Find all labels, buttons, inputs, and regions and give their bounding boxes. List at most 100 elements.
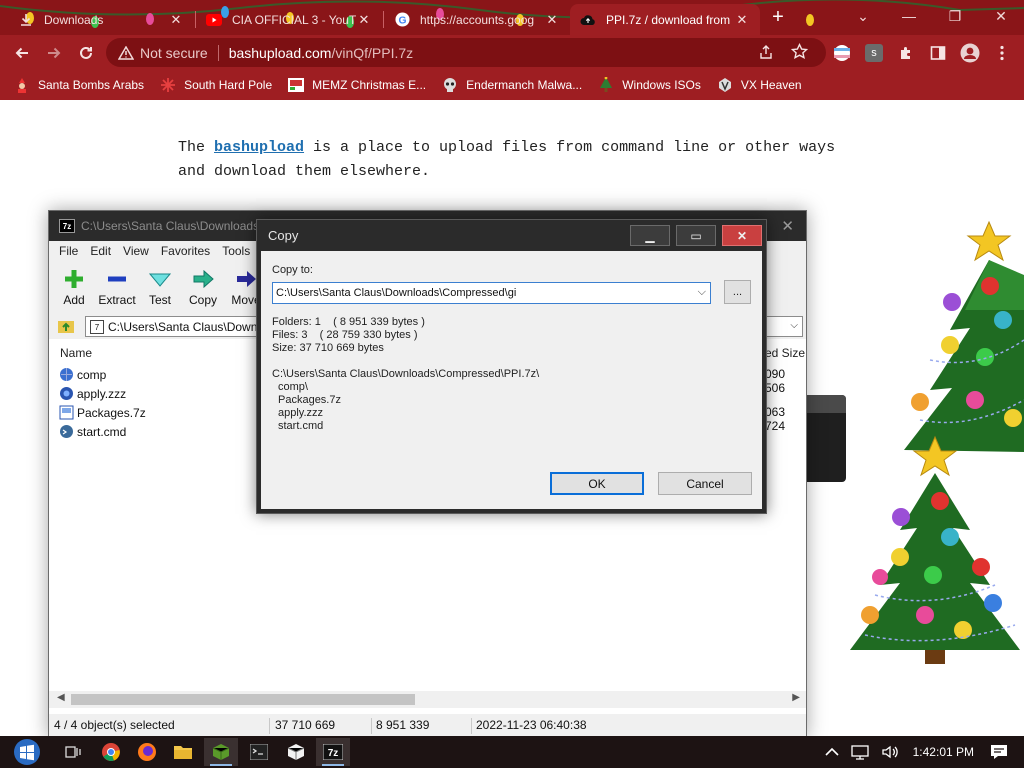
bookmarks-bar: Santa Bombs Arabs South Hard Pole MEMZ C… [0, 70, 1024, 100]
zip-close-button[interactable]: ✕ [781, 217, 794, 235]
zip-window-title: C:\Users\Santa Claus\Downloads [81, 219, 260, 233]
add-button[interactable]: Add [51, 267, 97, 307]
dialog-minimize-button[interactable]: ▁ [630, 225, 670, 246]
bookmark-item[interactable]: VX Heaven [717, 77, 802, 93]
start-button[interactable] [8, 738, 46, 766]
menu-favorites[interactable]: Favorites [161, 244, 210, 258]
dialog-close-button[interactable]: ✕ [722, 225, 762, 246]
intro-text: The [178, 139, 215, 156]
ok-button[interactable]: OK [550, 472, 644, 495]
avatar-icon [960, 43, 980, 63]
status-divider [371, 718, 372, 734]
security-label[interactable]: Not secure [140, 45, 208, 61]
horizontal-scrollbar[interactable]: ◀ ▶ [49, 691, 806, 708]
explorer-icon[interactable] [166, 738, 200, 766]
new-tab-button[interactable]: + [764, 3, 792, 31]
tab-title: https://accounts.goog [420, 12, 535, 27]
cancel-button[interactable]: Cancel [658, 472, 752, 495]
bashupload-link[interactable]: bashupload [214, 139, 304, 156]
profile-button[interactable] [956, 39, 984, 67]
list-item[interactable]: Packages.7z [59, 403, 146, 422]
menu-view[interactable]: View [123, 244, 149, 258]
browser-tab[interactable]: Downloads ✕ [8, 4, 194, 35]
extension-s-button[interactable]: s [860, 39, 888, 67]
bookmark-item[interactable]: Endermanch Malwa... [442, 77, 582, 93]
zip-status-bar: 4 / 4 object(s) selected 37 710 669 8 95… [49, 714, 806, 736]
close-tab-icon[interactable]: ✕ [734, 12, 750, 28]
notification-icon[interactable] [990, 744, 1008, 760]
address-bar[interactable]: Not secure bashupload.com/vinQf/PPI.7z [106, 38, 826, 67]
chrome-icon[interactable] [94, 738, 128, 766]
network-icon[interactable] [850, 744, 869, 760]
copy-destination-combobox[interactable]: C:\Users\Santa Claus\Downloads\Compresse… [272, 282, 711, 304]
kebab-menu-icon [1000, 45, 1004, 61]
dialog-title: Copy [268, 228, 299, 243]
dialog-maximize-button[interactable]: ▭ [676, 225, 716, 246]
file-name: Packages.7z [77, 405, 146, 420]
browse-button[interactable]: ... [724, 280, 751, 304]
bookmark-item[interactable]: Windows ISOs [598, 77, 701, 93]
browser-tab[interactable]: G https://accounts.goog ✕ [384, 4, 570, 35]
forward-button[interactable] [40, 39, 68, 67]
url-host: bashupload.com [228, 44, 332, 61]
chevron-down-icon[interactable]: ⌵ [790, 320, 798, 331]
reload-button[interactable] [72, 39, 100, 67]
extension-flag-button[interactable] [828, 39, 856, 67]
close-tab-icon[interactable]: ✕ [168, 12, 184, 28]
svg-text:G: G [398, 15, 406, 26]
column-header-name[interactable]: Name [60, 346, 92, 360]
cmd-icon[interactable] [242, 738, 276, 766]
bookmark-item[interactable]: Santa Bombs Arabs [14, 77, 144, 93]
windows-taskbar: 7z 1:42:01 PM [0, 736, 1024, 768]
volume-icon[interactable] [881, 744, 899, 760]
close-tab-icon[interactable]: ✕ [544, 12, 560, 28]
tab-search-icon[interactable]: ⌄ [840, 0, 886, 32]
list-item[interactable]: comp [59, 365, 106, 384]
archive-icon [59, 405, 74, 420]
extract-button[interactable]: Extract [94, 267, 140, 307]
chevron-down-icon[interactable]: ⌵ [698, 286, 706, 299]
tab-title: Downloads [44, 12, 104, 27]
zip-path-text: C:\Users\Santa Claus\Downl [108, 319, 261, 334]
bookmark-star-icon[interactable] [790, 42, 809, 63]
browser-tab-active[interactable]: PPI.7z / download from ✕ [570, 4, 760, 35]
scrollbar-thumb[interactable] [71, 694, 415, 705]
minecraft-icon[interactable] [204, 738, 238, 766]
close-window-button[interactable]: ✕ [978, 0, 1024, 32]
browser-tab[interactable]: CIA OFFICIAL 3 - YouT ✕ [196, 4, 382, 35]
test-button[interactable]: Test [137, 267, 183, 307]
folder-up-icon[interactable] [57, 317, 75, 335]
list-item[interactable]: apply.zzz [59, 384, 126, 403]
bookmark-item[interactable]: South Hard Pole [160, 77, 272, 93]
menu-file[interactable]: File [59, 244, 78, 258]
chevron-up-icon[interactable] [825, 747, 839, 757]
minimize-window-button[interactable]: — [886, 0, 932, 32]
side-panel-button[interactable] [924, 39, 952, 67]
clock[interactable]: 1:42:01 PM [913, 745, 974, 759]
bookmark-item[interactable]: MEMZ Christmas E... [288, 77, 426, 93]
tab-title: CIA OFFICIAL 3 - YouT [232, 12, 356, 27]
flag-icon [834, 45, 850, 61]
menu-tools[interactable]: Tools [222, 244, 250, 258]
7zip-icon[interactable]: 7z [316, 738, 350, 766]
column-header-packed-size[interactable]: ed Size [765, 346, 805, 360]
list-item[interactable]: start.cmd [59, 422, 126, 441]
copy-button[interactable]: Copy [180, 267, 226, 307]
restore-window-button[interactable]: ❐ [932, 0, 978, 32]
warning-icon[interactable] [118, 45, 134, 61]
close-tab-icon[interactable]: ✕ [356, 12, 372, 28]
archive-path: C:\Users\Santa Claus\Downloads\Compresse… [272, 368, 540, 380]
extensions-button[interactable] [892, 39, 920, 67]
scroll-left-icon[interactable]: ◀ [57, 692, 65, 703]
size-info: Size: 37 710 669 bytes [272, 342, 384, 354]
package-icon[interactable] [279, 738, 313, 766]
back-button[interactable] [8, 39, 36, 67]
task-view-icon[interactable] [56, 738, 90, 766]
menu-button[interactable] [988, 39, 1016, 67]
scroll-right-icon[interactable]: ▶ [792, 692, 800, 703]
url-text[interactable]: bashupload.com/vinQf/PPI.7z [229, 45, 413, 61]
google-icon: G [394, 12, 410, 28]
firefox-icon[interactable] [130, 738, 164, 766]
menu-edit[interactable]: Edit [90, 244, 111, 258]
share-icon[interactable] [758, 44, 774, 63]
